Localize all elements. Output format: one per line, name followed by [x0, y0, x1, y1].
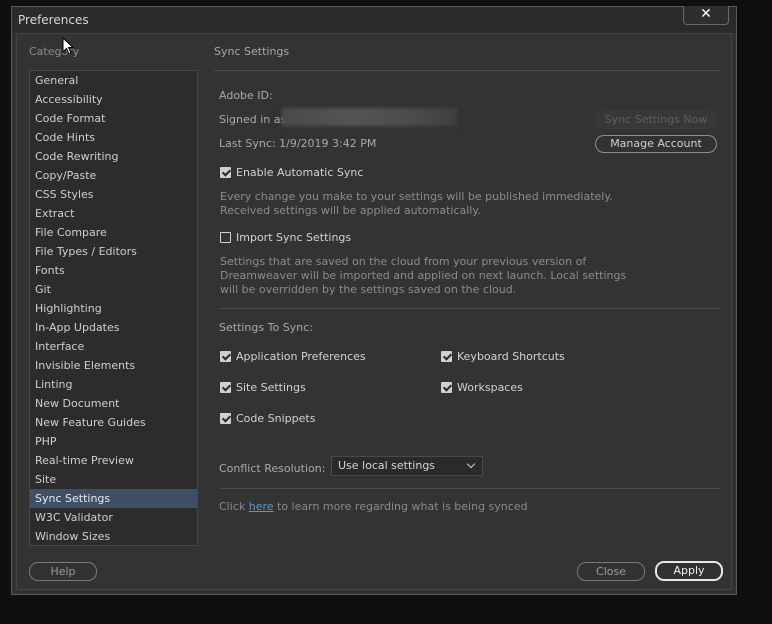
divider: [214, 70, 721, 71]
sidebar-item-file-types-editors[interactable]: File Types / Editors: [30, 242, 197, 261]
auto-sync-description: Every change you make to your settings w…: [220, 190, 613, 218]
sidebar-item-w3c-validator[interactable]: W3C Validator: [30, 508, 197, 527]
sidebar-item-code-hints[interactable]: Code Hints: [30, 128, 197, 147]
sidebar-item-highlighting[interactable]: Highlighting: [30, 299, 197, 318]
manage-account-button[interactable]: Manage Account: [595, 135, 717, 153]
sidebar-item-accessibility[interactable]: Accessibility: [30, 90, 197, 109]
sidebar-item-git[interactable]: Git: [30, 280, 197, 299]
close-icon[interactable]: ✕: [683, 6, 729, 25]
sidebar-item-extract[interactable]: Extract: [30, 204, 197, 223]
mouse-cursor-icon: [62, 37, 75, 55]
workspaces-label: Workspaces: [457, 381, 523, 394]
import-desc-line: Settings that are saved on the cloud fro…: [220, 255, 587, 268]
checkbox-checked-icon[interactable]: [220, 382, 231, 393]
app-preferences-label: Application Preferences: [236, 350, 366, 363]
import-desc-line: Dreamweaver will be imported and applied…: [220, 269, 627, 282]
sidebar-item-file-compare[interactable]: File Compare: [30, 223, 197, 242]
category-list[interactable]: General Accessibility Code Format Code H…: [29, 70, 198, 546]
keyboard-shortcuts-checkbox[interactable]: Keyboard Shortcuts: [441, 350, 565, 363]
conflict-resolution-select[interactable]: Use local settings: [331, 456, 483, 476]
sync-settings-now-button[interactable]: Sync Settings Now: [595, 111, 717, 129]
conflict-resolution-value: Use local settings: [338, 459, 436, 472]
title-bar[interactable]: Preferences ✕: [12, 6, 736, 33]
sidebar-item-window-sizes[interactable]: Window Sizes: [30, 527, 197, 545]
checkbox-unchecked-icon[interactable]: [220, 232, 231, 243]
import-sync-description: Settings that are saved on the cloud fro…: [220, 255, 626, 297]
sidebar-item-new-document[interactable]: New Document: [30, 394, 197, 413]
learn-more-prefix: Click: [219, 500, 246, 513]
sidebar-item-css-styles[interactable]: CSS Styles: [30, 185, 197, 204]
app-preferences-checkbox[interactable]: Application Preferences: [220, 350, 366, 363]
workspaces-checkbox[interactable]: Workspaces: [441, 381, 523, 394]
checkbox-checked-icon[interactable]: [441, 351, 452, 362]
learn-more-suffix: to learn more regarding what is being sy…: [277, 500, 528, 513]
code-snippets-checkbox[interactable]: Code Snippets: [220, 412, 315, 425]
learn-more-link[interactable]: here: [249, 500, 274, 513]
sidebar-item-copy-paste[interactable]: Copy/Paste: [30, 166, 197, 185]
auto-sync-desc-line: Received settings will be applied automa…: [220, 204, 481, 217]
checkbox-checked-icon[interactable]: [220, 351, 231, 362]
adobe-id-label: Adobe ID:: [219, 89, 273, 102]
conflict-resolution-label: Conflict Resolution:: [219, 462, 326, 475]
divider: [219, 488, 721, 489]
import-sync-label: Import Sync Settings: [236, 231, 352, 244]
sidebar-item-invisible-elements[interactable]: Invisible Elements: [30, 356, 197, 375]
divider: [219, 308, 721, 309]
sidebar-item-php[interactable]: PHP: [30, 432, 197, 451]
dialog-title: Preferences: [18, 13, 89, 27]
enable-auto-sync-checkbox[interactable]: Enable Automatic Sync: [220, 166, 363, 179]
settings-to-sync-label: Settings To Sync:: [219, 321, 313, 334]
signed-in-label: Signed in as: [219, 113, 287, 126]
apply-button[interactable]: Apply: [655, 561, 723, 581]
import-sync-checkbox[interactable]: Import Sync Settings: [220, 231, 351, 244]
import-desc-line: will be overridden by the settings saved…: [220, 283, 517, 296]
sidebar-item-in-app-updates[interactable]: In-App Updates: [30, 318, 197, 337]
last-sync-text: Last Sync: 1/9/2019 3:42 PM: [219, 137, 377, 150]
sidebar-item-code-format[interactable]: Code Format: [30, 109, 197, 128]
site-settings-label: Site Settings: [236, 381, 306, 394]
help-button[interactable]: Help: [29, 562, 97, 581]
sidebar-item-fonts[interactable]: Fonts: [30, 261, 197, 280]
checkbox-checked-icon[interactable]: [441, 382, 452, 393]
checkbox-checked-icon[interactable]: [220, 167, 231, 178]
enable-auto-sync-label: Enable Automatic Sync: [236, 166, 364, 179]
checkbox-checked-icon[interactable]: [220, 413, 231, 424]
sidebar-item-site[interactable]: Site: [30, 470, 197, 489]
dialog-body: Category General Accessibility Code Form…: [16, 33, 732, 590]
sidebar-item-sync-settings[interactable]: Sync Settings: [30, 489, 197, 508]
preferences-dialog: Preferences ✕ Category General Accessibi…: [11, 6, 737, 595]
sidebar-item-real-time-preview[interactable]: Real-time Preview: [30, 451, 197, 470]
sidebar-item-general[interactable]: General: [30, 71, 197, 90]
chevron-down-icon: [466, 459, 476, 469]
sidebar-item-linting[interactable]: Linting: [30, 375, 197, 394]
learn-more-text: Click here to learn more regarding what …: [219, 500, 528, 513]
code-snippets-label: Code Snippets: [236, 412, 316, 425]
keyboard-shortcuts-label: Keyboard Shortcuts: [457, 350, 565, 363]
close-button[interactable]: Close: [577, 562, 645, 581]
sidebar-item-new-feature-guides[interactable]: New Feature Guides: [30, 413, 197, 432]
sidebar-item-code-rewriting[interactable]: Code Rewriting: [30, 147, 197, 166]
redacted-account: [282, 108, 457, 126]
section-title: Sync Settings: [214, 45, 290, 58]
site-settings-checkbox[interactable]: Site Settings: [220, 381, 306, 394]
sidebar-item-interface[interactable]: Interface: [30, 337, 197, 356]
auto-sync-desc-line: Every change you make to your settings w…: [220, 190, 613, 203]
